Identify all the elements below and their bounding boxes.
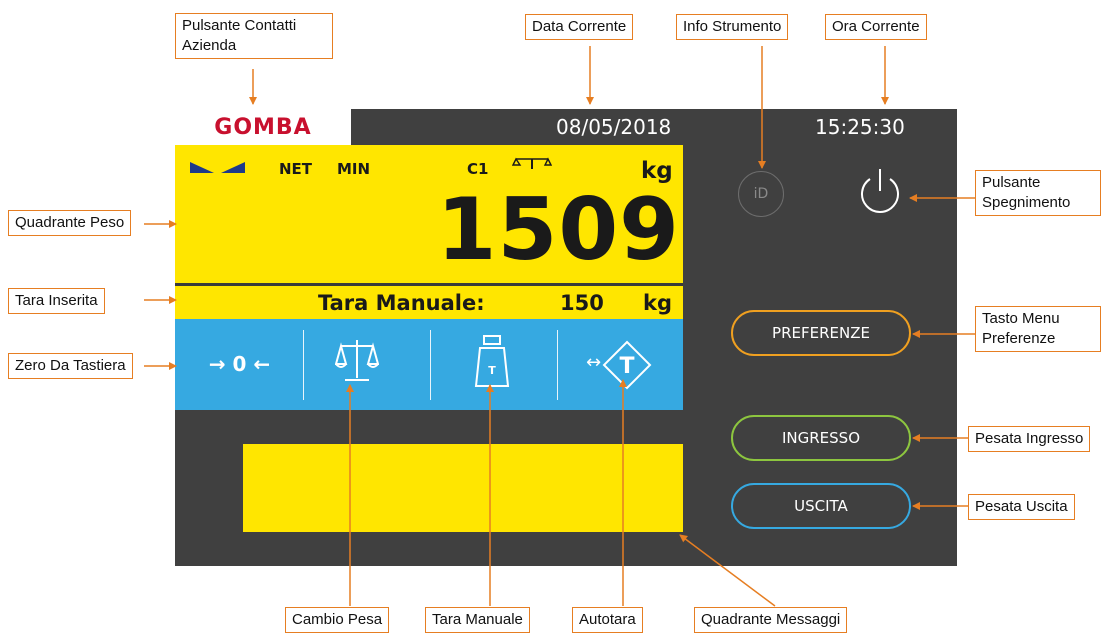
callout-entry-weighing: Pesata Ingresso [968, 426, 1091, 452]
callout-weight-panel: Quadrante Peso [8, 210, 132, 236]
callout-power-button: Pulsante Spegnimento [975, 170, 1101, 216]
callout-preferences-menu: Tasto Menu Preferenze [975, 306, 1101, 352]
callout-keyboard-zero: Zero Da Tastiera [8, 353, 133, 379]
callout-current-time: Ora Corrente [825, 14, 927, 40]
callout-exit-weighing: Pesata Uscita [968, 494, 1075, 520]
callout-company-contacts: Pulsante Contatti Azienda [175, 13, 333, 59]
callout-current-date: Data Corrente [525, 14, 634, 40]
callout-tare-entered: Tara Inserita [8, 288, 105, 314]
callout-change-scale: Cambio Pesa [285, 607, 390, 633]
callout-instrument-info: Info Strumento [676, 14, 789, 40]
callout-autotare: Autotara [572, 607, 643, 633]
callout-message-panel: Quadrante Messaggi [694, 607, 848, 633]
callout-connectors [144, 46, 975, 607]
callout-manual-tare: Tara Manuale [425, 607, 530, 633]
